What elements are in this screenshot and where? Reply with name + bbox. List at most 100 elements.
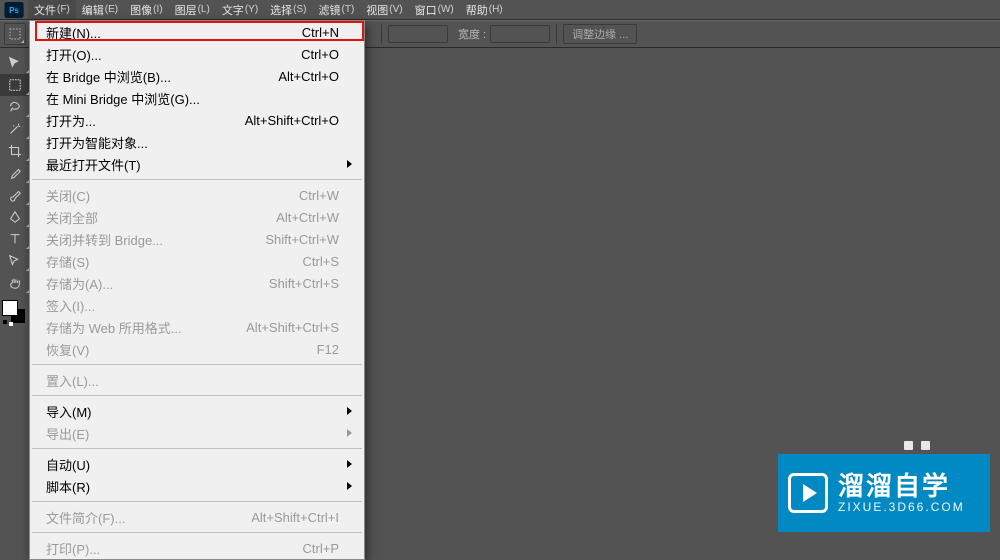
menu-item-shortcut: Shift+Ctrl+S (219, 276, 339, 291)
menu-item-shortcut: Alt+Shift+Ctrl+S (219, 320, 339, 335)
watermark-url: ZIXUE.3D66.COM (838, 501, 965, 514)
menu-item[interactable]: 在 Mini Bridge 中浏览(G)... (30, 87, 364, 109)
width-label: 宽度 : (458, 26, 486, 42)
menu-item-label: 在 Mini Bridge 中浏览(G)... (46, 89, 219, 108)
menu-filter[interactable]: 滤镜(T) (313, 0, 361, 19)
menu-item-label: 导入(M) (46, 402, 219, 421)
adjust-edge-button[interactable]: 调整边缘 ... (563, 24, 637, 44)
menu-item-label: 关闭全部 (46, 208, 219, 227)
submenu-arrow-icon (347, 429, 352, 437)
menu-select[interactable]: 选择(S) (264, 0, 312, 19)
menu-item-label: 新建(N)... (46, 23, 219, 42)
separator (381, 24, 382, 44)
menu-view[interactable]: 视图(V) (360, 0, 408, 19)
menu-item-shortcut: Ctrl+O (219, 47, 339, 62)
menu-item-shortcut: Alt+Ctrl+W (219, 210, 339, 225)
menu-item-label: 关闭(C) (46, 186, 219, 205)
tool-type[interactable] (0, 228, 30, 250)
separator (556, 24, 557, 44)
menu-item-label: 置入(L)... (46, 371, 219, 390)
tool-wand[interactable] (0, 118, 30, 140)
menu-item-label: 在 Bridge 中浏览(B)... (46, 67, 219, 86)
menu-item-label: 导出(E) (46, 424, 219, 443)
height-field[interactable] (388, 25, 448, 43)
menu-item[interactable]: 在 Bridge 中浏览(B)...Alt+Ctrl+O (30, 65, 364, 87)
submenu-arrow-icon (347, 482, 352, 490)
toolbox (0, 48, 30, 326)
width-field[interactable] (490, 25, 550, 43)
menu-separator (32, 395, 362, 396)
menu-item[interactable]: 打开为...Alt+Shift+Ctrl+O (30, 109, 364, 131)
tool-brush[interactable] (0, 184, 30, 206)
menu-item-shortcut: Shift+Ctrl+W (219, 232, 339, 247)
menu-item: 存储(S)Ctrl+S (30, 250, 364, 272)
submenu-arrow-icon (347, 160, 352, 168)
menu-separator (32, 364, 362, 365)
menu-item: 关闭(C)Ctrl+W (30, 184, 364, 206)
menu-separator (32, 532, 362, 533)
menu-item-label: 自动(U) (46, 455, 219, 474)
tool-crop[interactable] (0, 140, 30, 162)
menu-item: 置入(L)... (30, 369, 364, 391)
menubar: Ps 文件(F) 编辑(E) 图像(I) 图层(L) 文字(Y) 选择(S) 滤… (0, 0, 1000, 20)
menu-item-label: 存储为 Web 所用格式... (46, 318, 219, 337)
ps-logo: Ps (0, 0, 28, 20)
tool-lasso[interactable] (0, 96, 30, 118)
menu-item: 存储为(A)...Shift+Ctrl+S (30, 272, 364, 294)
color-swatches[interactable] (0, 298, 28, 326)
menu-window[interactable]: 窗口(W) (409, 0, 460, 19)
tool-hand[interactable] (0, 272, 30, 294)
svg-text:Ps: Ps (9, 6, 19, 15)
menu-edit[interactable]: 编辑(E) (76, 0, 124, 19)
menu-help[interactable]: 帮助(H) (460, 0, 509, 19)
tool-move[interactable] (0, 52, 30, 74)
menu-item[interactable]: 导入(M) (30, 400, 364, 422)
tool-preset-picker[interactable] (4, 23, 26, 45)
menu-item-label: 存储为(A)... (46, 274, 219, 293)
menu-item: 签入(I)... (30, 294, 364, 316)
tool-eyedropper[interactable] (0, 162, 30, 184)
menu-item-shortcut: Ctrl+P (219, 541, 339, 556)
menu-file[interactable]: 文件(F) (28, 0, 76, 19)
menu-item: 打印(P)...Ctrl+P (30, 537, 364, 559)
default-colors-icon[interactable] (3, 320, 13, 326)
menu-item-label: 最近打开文件(T) (46, 155, 219, 174)
menu-item: 恢复(V)F12 (30, 338, 364, 360)
play-icon (788, 473, 828, 513)
menu-item: 关闭并转到 Bridge...Shift+Ctrl+W (30, 228, 364, 250)
menu-item-label: 脚本(R) (46, 477, 219, 496)
menu-item-shortcut: Alt+Ctrl+O (219, 69, 339, 84)
menu-item-label: 打印(P)... (46, 539, 219, 558)
menu-item[interactable]: 自动(U) (30, 453, 364, 475)
menu-item-label: 恢复(V) (46, 340, 219, 359)
menu-item[interactable]: 脚本(R) (30, 475, 364, 497)
foreground-color[interactable] (2, 300, 18, 316)
tool-pen[interactable] (0, 206, 30, 228)
menu-item-shortcut: Ctrl+S (219, 254, 339, 269)
watermark-title: 溜溜自学 (838, 472, 965, 501)
menu-item-shortcut: Alt+Shift+Ctrl+I (219, 510, 339, 525)
menu-item: 文件简介(F)...Alt+Shift+Ctrl+I (30, 506, 364, 528)
menu-separator (32, 501, 362, 502)
menu-item[interactable]: 最近打开文件(T) (30, 153, 364, 175)
watermark: 溜溜自学 ZIXUE.3D66.COM (778, 454, 990, 532)
tool-marquee[interactable] (0, 74, 30, 96)
menu-item-label: 文件简介(F)... (46, 508, 219, 527)
menu-image[interactable]: 图像(I) (124, 0, 168, 19)
file-menu-dropdown: 新建(N)...Ctrl+N打开(O)...Ctrl+O在 Bridge 中浏览… (29, 20, 365, 560)
submenu-arrow-icon (347, 407, 352, 415)
menu-item-label: 打开为... (46, 111, 219, 130)
menu-item-label: 关闭并转到 Bridge... (46, 230, 219, 249)
menu-item-shortcut: Ctrl+N (219, 25, 339, 40)
menu-item[interactable]: 打开为智能对象... (30, 131, 364, 153)
menu-layer[interactable]: 图层(L) (169, 0, 216, 19)
menu-item-label: 签入(I)... (46, 296, 219, 315)
menu-item: 存储为 Web 所用格式...Alt+Shift+Ctrl+S (30, 316, 364, 338)
menu-item[interactable]: 打开(O)...Ctrl+O (30, 43, 364, 65)
menu-item[interactable]: 新建(N)...Ctrl+N (30, 21, 364, 43)
menu-type[interactable]: 文字(Y) (216, 0, 264, 19)
menu-item: 导出(E) (30, 422, 364, 444)
tool-path[interactable] (0, 250, 30, 272)
menu-item-shortcut: Alt+Shift+Ctrl+O (219, 113, 339, 128)
menu-item-label: 打开(O)... (46, 45, 219, 64)
